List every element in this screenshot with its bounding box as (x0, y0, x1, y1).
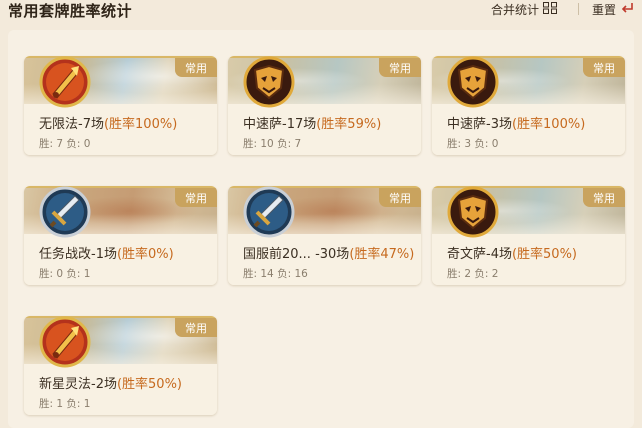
shaman-class-icon (243, 56, 295, 108)
deck-title: 中速萨-17场 (243, 117, 317, 132)
deck-stats: 胜: 0 负: 1 (39, 266, 90, 281)
losses-count: 负: 7 (277, 138, 302, 150)
win-rate: (胜率0%) (116, 247, 174, 262)
losses-count: 负: 1 (66, 268, 91, 280)
deck-card[interactable]: 常用 国服前20... -30场(胜率47%) 胜: 14 负: 16 (228, 186, 421, 285)
common-badge: 常用 (175, 318, 217, 337)
mage-class-icon (39, 56, 91, 108)
common-badge: 常用 (175, 58, 217, 77)
deck-name: 无限法-7场(胜率100%) (39, 113, 177, 132)
deck-stats: 胜: 10 负: 7 (243, 136, 301, 151)
wins-count: 胜: 1 (39, 398, 64, 410)
common-badge: 常用 (379, 58, 421, 77)
merge-stats-label: 合并统计 (491, 3, 540, 17)
deck-card[interactable]: 常用 奇文萨-4场(胜率50%) 胜: 2 负: 2 (432, 186, 625, 285)
win-rate: (胜率59%) (316, 117, 382, 132)
wins-count: 胜: 3 (447, 138, 472, 150)
header: 常用套牌胜率统计 合并统计 重置 (0, 0, 642, 26)
deck-title: 中速萨-3场 (447, 117, 512, 132)
common-badge: 常用 (583, 58, 625, 77)
losses-count: 负: 2 (474, 268, 499, 280)
win-rate: (胜率47%) (349, 247, 415, 262)
deck-card[interactable]: 常用 无限法-7场(胜率100%) 胜: 7 负: 0 (24, 56, 217, 155)
losses-count: 负: 0 (66, 138, 91, 150)
win-rate: (胜率100%) (103, 117, 178, 132)
deck-stats: 胜: 2 负: 2 (447, 266, 498, 281)
common-badge: 常用 (175, 188, 217, 207)
reset-button[interactable]: 重置 (592, 1, 634, 18)
deck-name: 中速萨-17场(胜率59%) (243, 113, 381, 132)
losses-count: 负: 16 (277, 268, 308, 280)
common-badge: 常用 (583, 188, 625, 207)
reset-label: 重置 (592, 3, 617, 17)
merge-stats-button[interactable]: 合并统计 (491, 1, 558, 18)
shaman-class-icon (447, 186, 499, 238)
wins-count: 胜: 0 (39, 268, 64, 280)
deck-title: 奇文萨-4场 (447, 247, 512, 262)
header-divider (578, 3, 579, 15)
losses-count: 负: 1 (66, 398, 91, 410)
mage-class-icon (39, 316, 91, 368)
deck-stats: 胜: 3 负: 0 (447, 136, 498, 151)
deck-stats: 胜: 1 负: 1 (39, 396, 90, 411)
deck-title: 新星灵法-2场 (39, 377, 117, 392)
deck-name: 国服前20... -30场(胜率47%) (243, 243, 414, 262)
page-title: 常用套牌胜率统计 (8, 2, 133, 20)
wins-count: 胜: 7 (39, 138, 64, 150)
win-rate: (胜率100%) (511, 117, 586, 132)
warrior-class-icon (39, 186, 91, 238)
deck-name: 新星灵法-2场(胜率50%) (39, 373, 182, 392)
deck-card[interactable]: 常用 新星灵法-2场(胜率50%) 胜: 1 负: 1 (24, 316, 217, 415)
common-badge: 常用 (379, 188, 421, 207)
deck-name: 奇文萨-4场(胜率50%) (447, 243, 577, 262)
win-rate: (胜率50%) (511, 247, 578, 262)
deck-title: 无限法-7场 (39, 117, 104, 132)
wins-count: 胜: 14 (243, 268, 274, 280)
deck-card[interactable]: 常用 任务战改-1场(胜率0%) 胜: 0 负: 1 (24, 186, 217, 285)
wins-count: 胜: 2 (447, 268, 472, 280)
shaman-class-icon (447, 56, 499, 108)
deck-card[interactable]: 常用 中速萨-17场(胜率59%) 胜: 10 负: 7 (228, 56, 421, 155)
reset-icon (620, 2, 634, 17)
warrior-class-icon (243, 186, 295, 238)
merge-icon (543, 2, 558, 17)
deck-name: 中速萨-3场(胜率100%) (447, 113, 585, 132)
losses-count: 负: 0 (474, 138, 499, 150)
deck-title: 国服前20... -30场 (243, 247, 350, 262)
deck-name: 任务战改-1场(胜率0%) (39, 243, 174, 262)
deck-title: 任务战改-1场 (39, 247, 117, 262)
deck-list-panel: 常用 无限法-7场(胜率100%) 胜: 7 负: 0 常用 中速萨-17场(胜… (8, 30, 634, 428)
wins-count: 胜: 10 (243, 138, 274, 150)
deck-card[interactable]: 常用 中速萨-3场(胜率100%) 胜: 3 负: 0 (432, 56, 625, 155)
deck-stats: 胜: 14 负: 16 (243, 266, 308, 281)
win-rate: (胜率50%) (116, 377, 183, 392)
deck-stats: 胜: 7 负: 0 (39, 136, 90, 151)
